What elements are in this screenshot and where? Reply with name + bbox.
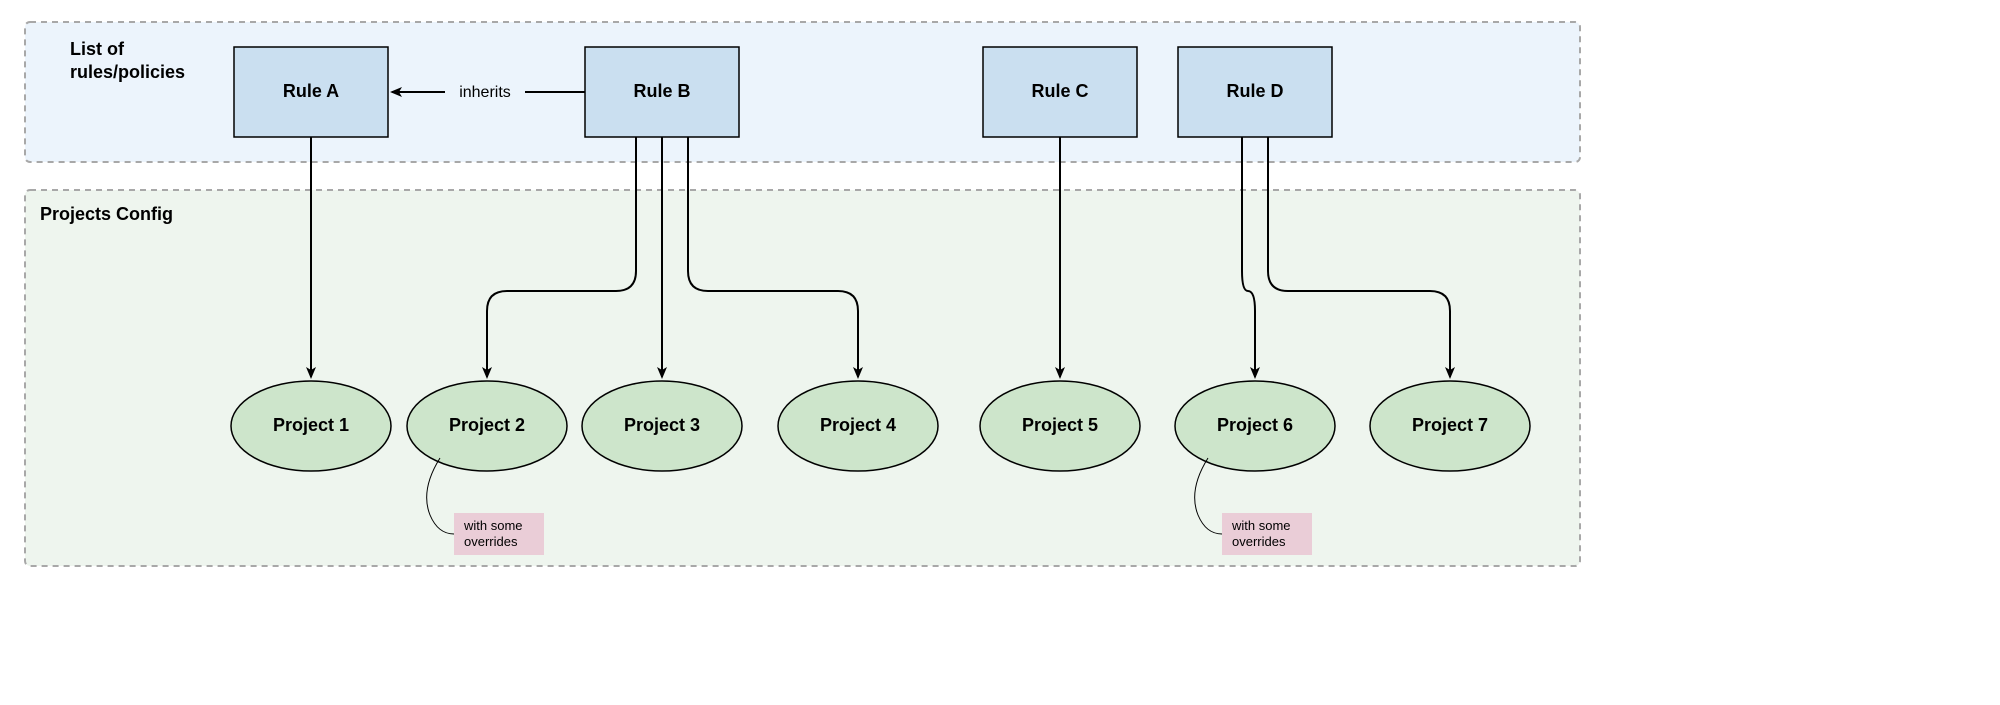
label-rule-c: Rule C: [1031, 81, 1088, 101]
label-project-2: Project 2: [449, 415, 525, 435]
label-rule-b: Rule B: [633, 81, 690, 101]
note-override-project-6-line2: overrides: [1232, 534, 1286, 549]
edge-inherits-label: inherits: [459, 84, 511, 101]
region-projects-title: Projects Config: [40, 204, 173, 224]
label-project-1: Project 1: [273, 415, 349, 435]
label-project-6: Project 6: [1217, 415, 1293, 435]
region-projects: [25, 190, 1580, 566]
label-project-7: Project 7: [1412, 415, 1488, 435]
label-project-3: Project 3: [624, 415, 700, 435]
region-rules-title-line2: rules/policies: [70, 62, 185, 82]
label-rule-d: Rule D: [1226, 81, 1283, 101]
label-project-4: Project 4: [820, 415, 896, 435]
label-rule-a: Rule A: [283, 81, 339, 101]
diagram-canvas: List of rules/policies Projects Config R…: [0, 0, 2000, 705]
note-override-project-2-line1: with some: [463, 518, 523, 533]
note-override-project-6-line1: with some: [1231, 518, 1291, 533]
label-project-5: Project 5: [1022, 415, 1098, 435]
note-override-project-2-line2: overrides: [464, 534, 518, 549]
region-rules-title-line1: List of: [70, 39, 125, 59]
